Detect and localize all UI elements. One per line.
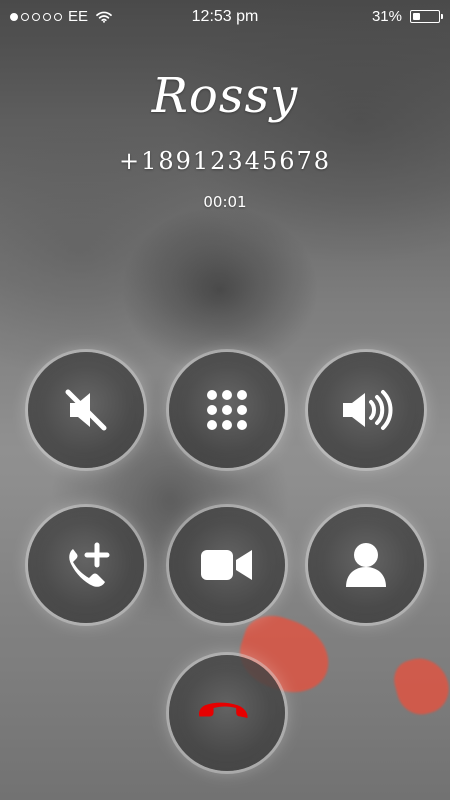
- end-call-button[interactable]: [169, 655, 285, 771]
- speaker-button[interactable]: [308, 352, 424, 468]
- video-call-icon: [201, 550, 252, 580]
- battery-icon: [410, 10, 443, 23]
- speaker-icon: [343, 390, 393, 430]
- add-call-button[interactable]: [28, 507, 144, 623]
- keypad-icon: [207, 390, 247, 430]
- status-bar-right: 31%: [371, 8, 443, 25]
- battery-percentage: 31%: [371, 8, 402, 25]
- caller-phone-number: +18912345678: [118, 147, 332, 175]
- mute-button[interactable]: [28, 352, 144, 468]
- video-call-button[interactable]: [169, 507, 285, 623]
- add-call-icon: [69, 542, 110, 587]
- status-bar: EE 12:53 pm 31%: [0, 0, 450, 36]
- battery-level-fill: [413, 13, 421, 20]
- caller-name: Rossy: [151, 68, 299, 124]
- call-duration: 00:01: [203, 193, 247, 211]
- end-call-icon: [199, 702, 248, 718]
- contacts-icon: [346, 543, 386, 587]
- mute-icon: [65, 389, 107, 431]
- keypad-button[interactable]: [169, 352, 285, 468]
- contacts-button[interactable]: [308, 507, 424, 623]
